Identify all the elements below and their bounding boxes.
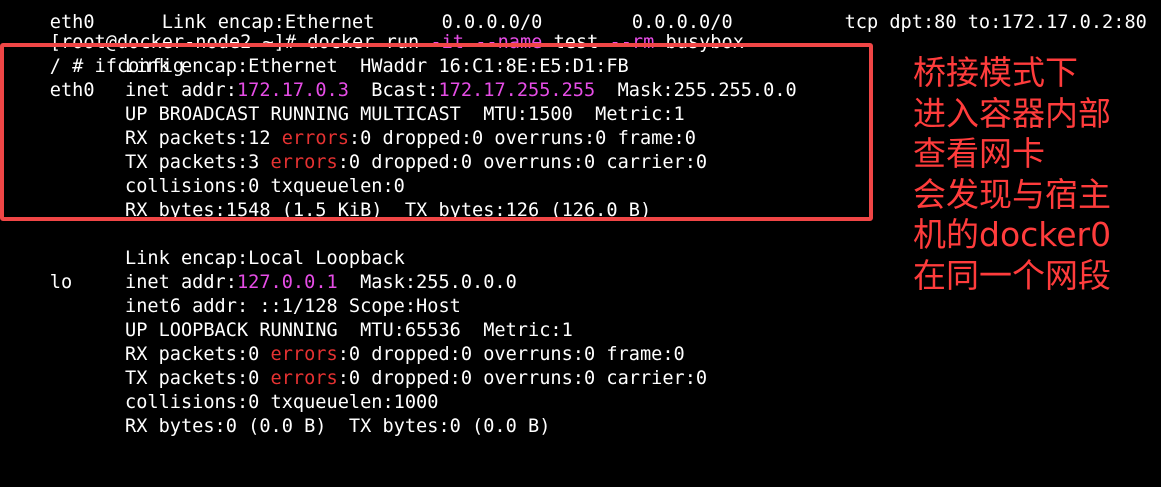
- errors-label: errors: [270, 344, 338, 365]
- lo-line-8: RX bytes:0 (0.0 B) TX bytes:0 (0.0 B): [125, 416, 551, 437]
- annotation-line: 查看网卡: [913, 134, 1045, 173]
- annotation-line: 机的docker0: [913, 215, 1112, 254]
- iface-lo: lo: [49, 272, 73, 293]
- annotation-line: 会发现与宿主: [913, 174, 1111, 214]
- lo-ip: 127.0.0.1: [236, 272, 338, 293]
- eth0-highlight-box: [0, 43, 873, 221]
- annotation-line: 桥接模式下: [913, 53, 1078, 92]
- annotation-line: 进入容器内部: [913, 93, 1111, 133]
- errors-label: errors: [270, 368, 338, 389]
- annotation-line: 在同一个网段: [913, 255, 1111, 295]
- annotation-note: 桥接模式下 进入容器内部 查看网卡 会发现与宿主 机的docker0 在同一个网…: [913, 53, 1153, 296]
